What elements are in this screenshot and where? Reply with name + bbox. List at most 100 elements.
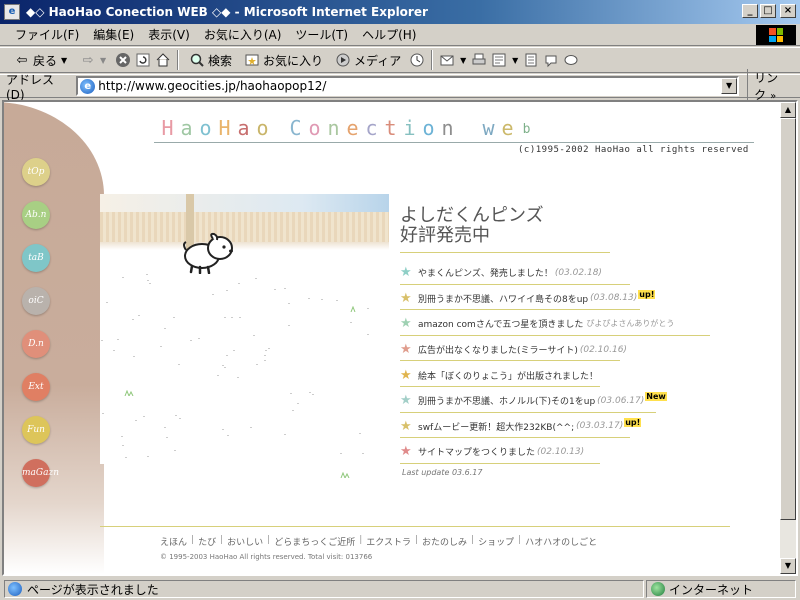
- news-item[interactable]: ★ amazon comさんで五つ星を頂きました ぴよぴよさんありがとう: [400, 311, 740, 337]
- forward-dropdown-icon[interactable]: ▼: [99, 52, 107, 68]
- headline[interactable]: よしだくんピンズ 好評発売中: [400, 206, 544, 246]
- footer-link[interactable]: どらまちっくご近所: [274, 535, 355, 548]
- menu-view[interactable]: 表示(V): [141, 24, 197, 45]
- ground-speck: [308, 298, 310, 299]
- menu-file[interactable]: ファイル(F): [8, 24, 86, 45]
- ground-speck: [222, 429, 224, 430]
- ground-speck: [264, 355, 266, 356]
- news-item[interactable]: ★ 広告が出なくなりました(ミラーサイト) (02.10.16): [400, 337, 740, 363]
- menu-help[interactable]: ヘルプ(H): [355, 24, 423, 45]
- ie-app-icon[interactable]: e: [4, 4, 20, 20]
- news-item[interactable]: ★ 絵本「ぼくのりょこう」が出版されました！: [400, 362, 740, 388]
- maximize-button[interactable]: □: [760, 4, 776, 18]
- logo-letter: o: [422, 116, 437, 140]
- media-button[interactable]: メディア: [331, 51, 405, 70]
- print-icon[interactable]: [471, 52, 487, 68]
- footer-link[interactable]: えほん: [160, 535, 187, 548]
- scroll-thumb[interactable]: [780, 118, 796, 520]
- forward-arrow-icon: ⇨: [82, 52, 94, 68]
- footer-link[interactable]: ハオハオのしごと: [525, 535, 597, 548]
- scroll-down-icon[interactable]: ▼: [780, 558, 796, 574]
- logo-letter: H: [218, 116, 233, 140]
- logo-divider: [154, 142, 754, 143]
- ground-speck: [226, 290, 228, 291]
- window-title: ◆◇ HaoHao Conection WEB ◇◆ - Microsoft I…: [26, 5, 428, 19]
- logo-letter: o: [256, 116, 271, 140]
- internet-globe-icon: [651, 582, 665, 596]
- news-underline: [400, 309, 640, 311]
- side-nav-item[interactable]: Ab.n: [22, 201, 50, 229]
- mail-dropdown-icon[interactable]: ▼: [459, 52, 467, 68]
- ground-speck: [231, 317, 233, 318]
- search-icon: [189, 52, 205, 68]
- last-update: Last update 03.6.17: [402, 468, 483, 477]
- footer-link[interactable]: おいしい: [227, 535, 263, 548]
- minimize-button[interactable]: _: [742, 4, 758, 18]
- search-button[interactable]: 検索: [185, 51, 236, 70]
- refresh-icon[interactable]: [135, 52, 151, 68]
- logo-letter: n: [441, 116, 456, 140]
- footer-link[interactable]: たび: [198, 535, 216, 548]
- footer-link[interactable]: ショップ: [478, 535, 514, 548]
- news-item[interactable]: ★ サイトマップをつくりました (02.10.13): [400, 439, 740, 465]
- ground-speck: [113, 350, 115, 351]
- side-nav-item[interactable]: taB: [22, 244, 50, 272]
- home-icon[interactable]: [155, 52, 171, 68]
- research-icon[interactable]: [543, 52, 559, 68]
- browser-viewport[interactable]: tOp Ab.n taB oiC D.n Ext Fun maGazn HaoHaoConec…: [2, 100, 798, 576]
- side-nav-item[interactable]: maGazn: [22, 459, 59, 487]
- edit-icon[interactable]: [491, 52, 507, 68]
- ground-speck: [239, 317, 241, 318]
- scroll-up-icon[interactable]: ▲: [780, 102, 796, 118]
- ground-speck: [222, 365, 224, 366]
- messenger-icon[interactable]: [563, 52, 579, 68]
- logo-letter: n: [327, 116, 342, 140]
- back-button[interactable]: ⇦ 戻る ▼: [10, 51, 72, 70]
- logo-letter: w: [482, 116, 497, 140]
- ground-speck: [321, 299, 323, 300]
- ground-speck: [146, 274, 148, 275]
- logo-letter: C: [289, 116, 304, 140]
- news-text: 別冊うまか不思議、ハワイイ島その8をup: [418, 294, 589, 305]
- ground-speck: [106, 302, 108, 303]
- news-item[interactable]: ★ やまくんピンズ、発売しました！ (03.02.18): [400, 260, 740, 286]
- back-dropdown-icon[interactable]: ▼: [60, 52, 68, 68]
- links-button[interactable]: リンク»: [747, 69, 800, 103]
- discuss-icon[interactable]: [523, 52, 539, 68]
- side-nav-item[interactable]: oiC: [22, 287, 50, 315]
- news-text: amazon comさんで五つ星を頂きました: [418, 320, 584, 331]
- menu-favorites[interactable]: お気に入り(A): [197, 24, 289, 45]
- forward-button[interactable]: ⇨ ▼: [76, 51, 111, 69]
- star-icon: ★: [400, 316, 412, 332]
- dog-character-icon[interactable]: [180, 228, 240, 274]
- news-item[interactable]: ★ swfムービー更新！超大作232KB(^^; (03.03.17) up!: [400, 414, 740, 440]
- news-item[interactable]: ★ 別冊うまか不思議、ホノルル(下)その1をup (03.06.17) New: [400, 388, 740, 414]
- status-zone-panel[interactable]: インターネット: [646, 580, 796, 598]
- news-badge: up!: [638, 289, 656, 299]
- news-item[interactable]: ★ 別冊うまか不思議、ハワイイ島その8をup (03.08.13) up!: [400, 286, 740, 312]
- address-input[interactable]: e http://www.geocities.jp/haohaopop12/ ▼: [76, 76, 740, 96]
- site-logo: HaoHaoConectionweb: [159, 116, 537, 140]
- address-url[interactable]: http://www.geocities.jp/haohaopop12/: [98, 79, 326, 93]
- vertical-scrollbar[interactable]: ▲ ▼: [780, 102, 796, 574]
- edit-dropdown-icon[interactable]: ▼: [511, 52, 519, 68]
- side-nav-item[interactable]: D.n: [22, 330, 50, 358]
- close-button[interactable]: ×: [780, 4, 796, 18]
- address-dropdown-icon[interactable]: ▼: [721, 78, 738, 94]
- footer-link[interactable]: おたのしみ: [422, 535, 467, 548]
- side-nav-item[interactable]: Fun: [22, 416, 50, 444]
- ground-speck: [147, 456, 149, 457]
- ground-speck: [340, 453, 342, 454]
- stop-icon[interactable]: [115, 52, 131, 68]
- side-nav-item[interactable]: tOp: [22, 158, 50, 186]
- menu-tools[interactable]: ツール(T): [288, 24, 355, 45]
- favorites-button[interactable]: お気に入り: [240, 51, 327, 70]
- history-icon[interactable]: [409, 52, 425, 68]
- footer-link[interactable]: エクストラ: [366, 535, 411, 548]
- mail-icon[interactable]: [439, 52, 455, 68]
- logo-letter: H: [161, 116, 176, 140]
- menu-edit[interactable]: 編集(E): [86, 24, 141, 45]
- side-decoration: [4, 102, 104, 574]
- status-zone: インターネット: [669, 582, 754, 597]
- side-nav-item[interactable]: Ext: [22, 373, 50, 401]
